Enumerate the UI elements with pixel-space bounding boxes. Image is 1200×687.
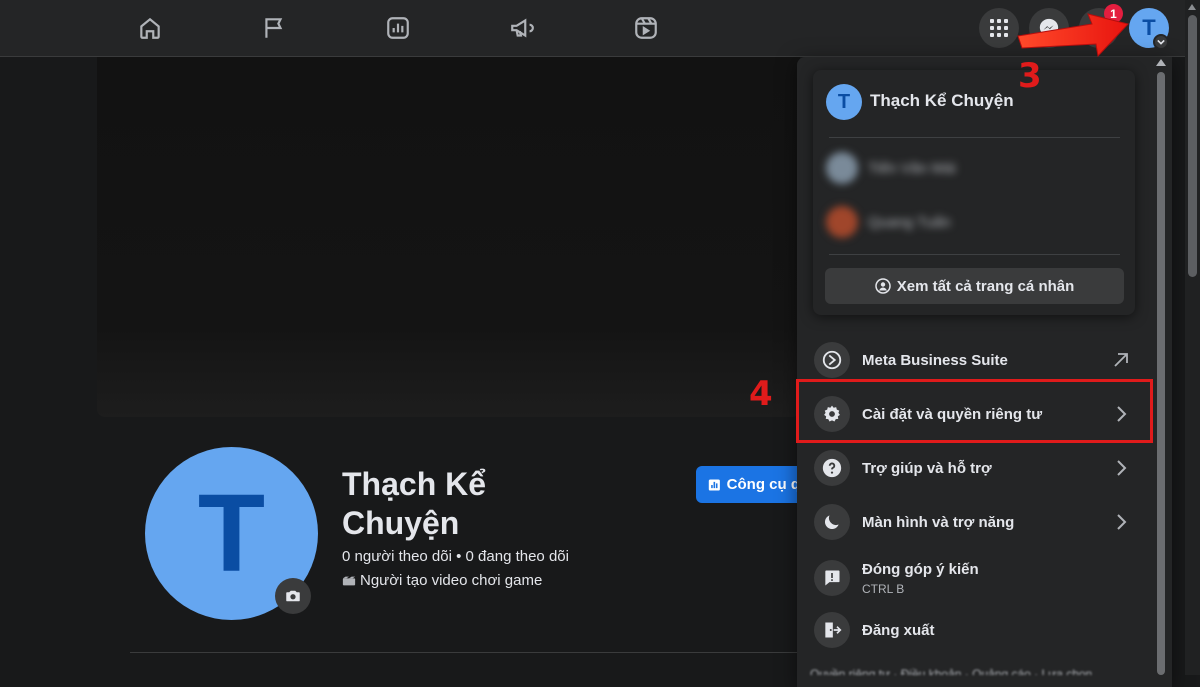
feedback-icon xyxy=(814,560,850,596)
card-divider xyxy=(829,137,1120,138)
step-number-3: 3 xyxy=(1018,56,1042,96)
menu-item-label: Trợ giúp và hỗ trợ xyxy=(862,459,992,477)
section-divider xyxy=(130,652,800,653)
avatar xyxy=(826,152,858,184)
home-icon[interactable] xyxy=(134,12,166,44)
profile-category: Người tạo video chơi game xyxy=(342,572,542,589)
avatar xyxy=(826,206,858,238)
moon-icon xyxy=(814,504,850,540)
keyboard-shortcut: CTRL B xyxy=(862,581,905,596)
step-number-4: 4 xyxy=(749,374,773,414)
page-scrollbar-thumb[interactable] xyxy=(1188,15,1197,277)
page-scroll-up-arrow[interactable] xyxy=(1188,4,1196,10)
menu-item-help-support[interactable]: Trợ giúp và hỗ trợ xyxy=(805,442,1145,494)
menu-item-label: Đóng góp ý kiến xyxy=(862,560,979,578)
see-all-profiles-label: Xem tất cả trang cá nhân xyxy=(896,277,1075,295)
current-profile-name[interactable]: Thạch Kể Chuyện xyxy=(870,91,1014,111)
meta-business-icon xyxy=(814,342,850,378)
other-profile-name: Quang Tuấn xyxy=(868,213,951,231)
chevron-down-icon[interactable] xyxy=(1153,34,1169,50)
menu-item-label: Đăng xuất xyxy=(862,621,935,639)
professional-tools-label: Công cụ q xyxy=(726,476,800,493)
chart-icon xyxy=(708,478,720,491)
chevron-right-icon xyxy=(1117,460,1127,476)
other-profile-item[interactable]: Tiến Văn Mái xyxy=(826,150,956,186)
menu-scrollbar-thumb[interactable] xyxy=(1157,72,1165,675)
other-profile-name: Tiến Văn Mái xyxy=(868,159,956,177)
menu-item-give-feedback[interactable]: Đóng góp ý kiến CTRL B xyxy=(805,550,1145,606)
current-profile-avatar[interactable]: T xyxy=(826,84,862,120)
camera-icon[interactable] xyxy=(275,578,311,614)
help-icon xyxy=(814,450,850,486)
clapper-icon xyxy=(342,576,356,585)
card-divider xyxy=(829,254,1120,255)
profile-stats: 0 người theo dõi • 0 đang theo dõi xyxy=(342,548,569,565)
insights-icon[interactable] xyxy=(382,12,414,44)
profile-category-label: Người tạo video chơi game xyxy=(360,572,543,589)
switch-profile-icon xyxy=(874,278,891,294)
profile-name: Thạch Kể Chuyện xyxy=(342,466,487,541)
menu-item-label: Màn hình và trợ năng xyxy=(862,513,1015,531)
external-link-icon xyxy=(1114,353,1128,367)
cover-photo xyxy=(97,57,800,417)
scroll-up-arrow[interactable] xyxy=(1156,59,1166,66)
menu-item-label: Meta Business Suite xyxy=(862,351,1008,369)
logout-icon xyxy=(814,612,850,648)
see-all-profiles-button[interactable]: Xem tất cả trang cá nhân xyxy=(825,268,1124,304)
megaphone-icon[interactable] xyxy=(506,12,538,44)
professional-tools-button[interactable]: Công cụ q xyxy=(696,466,800,503)
other-profile-item[interactable]: Quang Tuấn xyxy=(826,204,951,240)
flag-icon[interactable] xyxy=(258,12,290,44)
pointer-arrow-icon xyxy=(1017,13,1129,58)
highlight-box xyxy=(796,379,1153,443)
chevron-right-icon xyxy=(1117,514,1127,530)
reels-icon[interactable] xyxy=(630,12,662,44)
menu-item-display-accessibility[interactable]: Màn hình và trợ năng xyxy=(805,496,1145,548)
footer-links: Quyền riêng tư · Điều khoản · Quảng cáo … xyxy=(810,668,1093,675)
menu-item-log-out[interactable]: Đăng xuất xyxy=(805,604,1145,656)
